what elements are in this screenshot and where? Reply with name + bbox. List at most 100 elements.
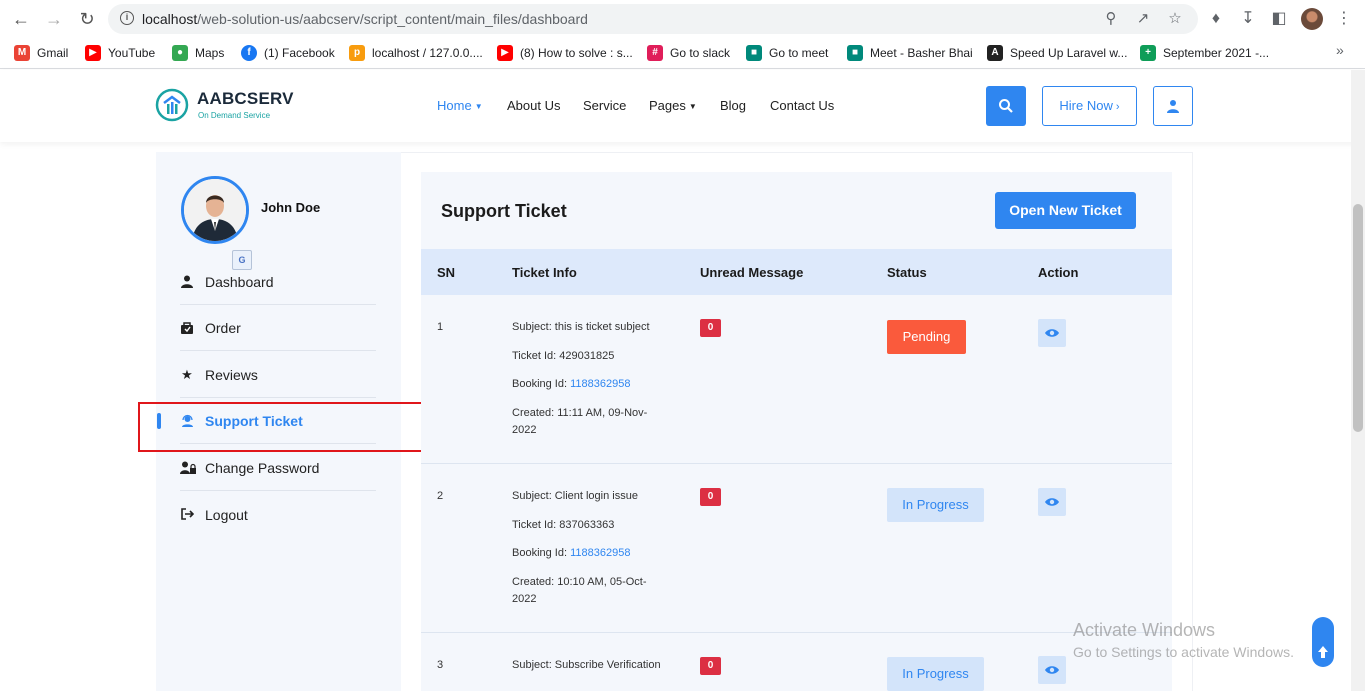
column-header-action: Action <box>1038 265 1079 280</box>
browser-menu-icon[interactable]: ⋮ <box>1334 9 1354 29</box>
sidebar-item-order[interactable]: Order <box>180 305 376 351</box>
view-ticket-button[interactable] <box>1038 656 1066 684</box>
menu-blog[interactable]: Blog <box>720 98 746 113</box>
browser-toolbar: ← → ↻ i localhost/web-solution-us/aabcse… <box>0 0 1365 38</box>
menu-label: Blog <box>720 98 747 113</box>
bookmark-slack[interactable]: # Go to slack <box>647 44 730 62</box>
bookmark-laravel[interactable]: A Speed Up Laravel w... <box>987 44 1127 62</box>
sidebar-item-dashboard[interactable]: Dashboard <box>180 259 376 305</box>
zoom-icon[interactable]: ⚲ <box>1102 10 1120 28</box>
account-button[interactable] <box>1153 86 1193 126</box>
row-sn: 3 <box>437 659 444 671</box>
bookmark-meet-basher[interactable]: ■ Meet - Basher Bhai <box>847 44 973 62</box>
view-ticket-button[interactable] <box>1038 488 1066 516</box>
bookmark-meet[interactable]: ■ Go to meet <box>746 44 828 62</box>
ticket-subject: Subject: Client login issue <box>512 490 638 502</box>
row-divider <box>421 463 1172 464</box>
bookmark-star-icon[interactable]: ☆ <box>1166 10 1184 28</box>
view-ticket-button[interactable] <box>1038 319 1066 347</box>
booking-id-link[interactable]: 1188362958 <box>570 378 630 390</box>
bookmark-label: (8) How to solve : s... <box>520 46 633 60</box>
menu-pages[interactable]: Pages ▼ <box>649 98 697 113</box>
site-info-icon[interactable]: i <box>120 11 134 25</box>
sidebar-item-label: Change Password <box>205 459 320 476</box>
avatar[interactable] <box>181 176 249 244</box>
column-header-ticket-info: Ticket Info <box>512 265 577 280</box>
brand-logo-icon[interactable] <box>155 88 189 122</box>
hire-now-button[interactable]: Hire Now › <box>1042 86 1137 126</box>
bookmark-youtube[interactable]: ▶ YouTube <box>85 44 155 62</box>
row-divider <box>421 632 1172 633</box>
gmail-icon: M <box>14 45 30 61</box>
sheets-icon: + <box>1140 45 1156 61</box>
share-icon[interactable]: ↗ <box>1134 10 1152 28</box>
bookmark-label: Go to meet <box>769 46 829 60</box>
forward-arrow-icon[interactable]: → <box>44 9 64 29</box>
menu-home[interactable]: Home ▼ <box>437 98 483 113</box>
youtube-icon: ▶ <box>85 45 101 61</box>
order-bag-icon <box>180 321 194 335</box>
reload-icon[interactable]: ↻ <box>77 9 97 29</box>
bookmark-sheets[interactable]: + September 2021 -... <box>1140 44 1269 62</box>
star-icon: ★ <box>181 366 193 382</box>
phpmyadmin-icon: p <box>349 45 365 61</box>
sidebar-item-logout[interactable]: Logout <box>180 492 376 538</box>
bookmark-label: September 2021 -... <box>1163 46 1270 60</box>
scrollbar-thumb[interactable] <box>1353 204 1363 432</box>
open-new-ticket-button[interactable]: Open New Ticket <box>995 192 1136 229</box>
windows-watermark-subtitle: Go to Settings to activate Windows. <box>1073 644 1294 660</box>
ticket-subject: Subject: this is ticket subject <box>512 321 650 333</box>
search-button[interactable] <box>986 86 1026 126</box>
booking-id-link[interactable]: 1188362958 <box>570 547 630 559</box>
bookmarks-bar: M Gmail ▶ YouTube ● Maps f (1) Facebook p loc… <box>0 38 1365 69</box>
chevron-down-icon: ▼ <box>474 102 483 112</box>
page-title: Support Ticket <box>441 201 567 221</box>
bookmark-gmail[interactable]: M Gmail <box>14 44 68 62</box>
menu-label: Home <box>437 98 472 113</box>
sidebar-item-reviews[interactable]: ★ Reviews <box>180 352 376 398</box>
menu-contact[interactable]: Contact Us <box>770 98 834 113</box>
sidebar-item-label: Reviews <box>205 366 258 383</box>
booking-id: Booking Id: 1188362958 <box>512 378 630 390</box>
download-icon[interactable]: ↧ <box>1238 9 1258 29</box>
sidebar-item-label: Dashboard <box>205 273 274 290</box>
brand-name[interactable]: AABCSERV <box>197 89 294 109</box>
column-header-unread: Unread Message <box>700 265 804 280</box>
ticket-created: Created: 10:10 AM, 05-Oct- <box>512 576 647 588</box>
google-meet-icon: ■ <box>746 45 762 61</box>
ticket-created-year: 2022 <box>512 424 537 436</box>
back-arrow-icon[interactable]: ← <box>11 9 31 29</box>
address-bar[interactable]: i localhost/web-solution-us/aabcserv/scr… <box>108 4 1198 34</box>
side-panel-icon[interactable]: ◧ <box>1269 9 1289 29</box>
user-lock-icon <box>180 461 196 475</box>
laravel-icon: A <box>987 45 1003 61</box>
google-meet-icon: ■ <box>847 45 863 61</box>
bookmark-label: Speed Up Laravel w... <box>1010 46 1128 60</box>
bookmark-label: Meet - Basher Bhai <box>870 46 973 60</box>
user-icon <box>1167 100 1179 113</box>
slack-icon: # <box>647 45 663 61</box>
scroll-to-top-button[interactable] <box>1312 617 1334 667</box>
menu-label: Pages <box>649 98 686 113</box>
bookmark-facebook[interactable]: f (1) Facebook <box>241 44 335 62</box>
ticket-subject: Subject: Subscribe Verification <box>512 659 661 671</box>
menu-service[interactable]: Service <box>583 98 626 113</box>
unread-badge: 0 <box>700 488 721 506</box>
eye-icon <box>1045 329 1059 337</box>
booking-label: Booking Id: <box>512 378 571 390</box>
eye-icon <box>1045 666 1059 674</box>
status-badge: In Progress <box>887 657 984 691</box>
url-host: localhost <box>142 11 198 27</box>
status-badge: In Progress <box>887 488 984 522</box>
bookmark-youtube-howto[interactable]: ▶ (8) How to solve : s... <box>497 44 633 62</box>
unread-badge: 0 <box>700 657 721 675</box>
facebook-icon: f <box>241 45 257 61</box>
bookmark-phpmyadmin[interactable]: p localhost / 127.0.0.... <box>349 44 483 62</box>
profile-avatar[interactable] <box>1301 8 1323 30</box>
column-header-sn: SN <box>437 265 456 280</box>
extensions-puzzle-icon[interactable]: ♦ <box>1206 9 1226 29</box>
menu-about[interactable]: About Us <box>507 98 560 113</box>
url-text[interactable]: localhost/web-solution-us/aabcserv/scrip… <box>142 11 588 27</box>
more-bookmarks-icon[interactable]: » <box>1336 42 1344 58</box>
bookmark-maps[interactable]: ● Maps <box>172 44 224 62</box>
